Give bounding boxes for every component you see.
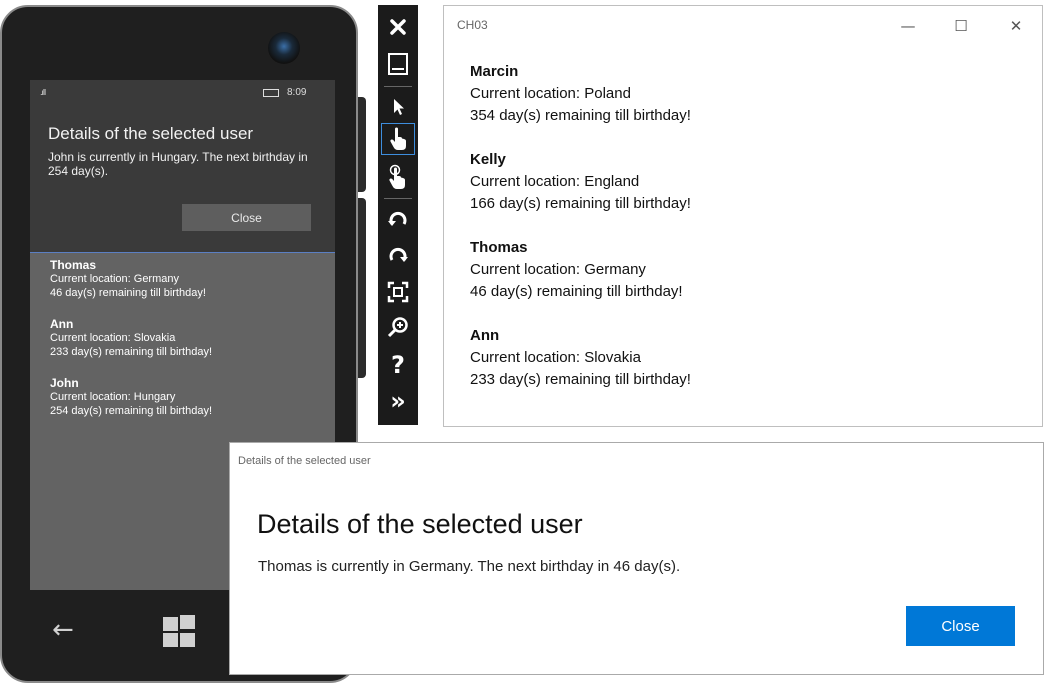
user-location: Current location: Slovakia (50, 332, 176, 344)
user-list: Marcin Current location: Poland 354 day(… (470, 61, 691, 413)
back-arrow-icon[interactable]: ← (52, 615, 74, 645)
fit-screen-icon[interactable] (381, 276, 415, 308)
dialog-message: Thomas is currently in Germany. The next… (258, 558, 681, 575)
user-location: Current location: Slovakia (470, 349, 641, 366)
user-name: Thomas (470, 239, 528, 256)
more-icon[interactable]: » (381, 385, 415, 417)
user-name: John (50, 376, 79, 390)
user-birthday: 254 day(s) remaining till birthday! (50, 405, 213, 417)
phone-status-bar: .ıll 8:09 (30, 80, 335, 104)
dialog-title: Details of the selected user (257, 509, 583, 539)
rotate-right-icon[interactable] (381, 239, 415, 271)
windows-start-icon[interactable] (163, 615, 196, 647)
user-name: Marcin (470, 63, 519, 80)
list-item[interactable]: Ann Current location: Slovakia 233 day(s… (470, 325, 691, 391)
help-icon[interactable]: ? (381, 349, 415, 381)
phone-dialog-close-button[interactable]: Close (182, 204, 311, 231)
user-location: Current location: Hungary (50, 391, 176, 403)
single-touch-icon[interactable] (381, 123, 415, 155)
battery-icon (263, 89, 279, 97)
user-location: Current location: Germany (470, 261, 646, 278)
phone-dialog-title: Details of the selected user (48, 124, 254, 143)
phone-dialog: .ıll 8:09 Details of the selected user J… (30, 80, 335, 253)
toolbar-divider (384, 198, 412, 199)
dialog-close-button[interactable]: Close (906, 606, 1015, 646)
user-name: Kelly (470, 151, 506, 168)
user-birthday: 46 day(s) remaining till birthday! (50, 287, 206, 299)
phone-user-list: Thomas Current location: Germany 46 day(… (50, 258, 212, 435)
maximize-window-icon[interactable]: ☐ (949, 14, 973, 38)
user-name: Ann (470, 327, 500, 344)
user-name: Thomas (50, 258, 97, 272)
power-button[interactable] (358, 198, 366, 378)
list-item[interactable]: Ann Current location: Slovakia 233 day(s… (50, 317, 212, 359)
user-birthday: 46 day(s) remaining till birthday! (470, 283, 683, 300)
close-icon[interactable] (381, 11, 415, 43)
close-window-icon[interactable]: ✕ (1004, 14, 1028, 38)
phone-time: 8:09 (287, 87, 307, 98)
user-birthday: 233 day(s) remaining till birthday! (470, 371, 691, 388)
user-location: Current location: Poland (470, 85, 631, 102)
phone-dialog-message: John is currently in Hungary. The next b… (48, 150, 308, 178)
list-item[interactable]: Thomas Current location: Germany 46 day(… (50, 258, 212, 300)
details-dialog: Details of the selected user Details of … (229, 442, 1044, 675)
list-item[interactable]: Thomas Current location: Germany 46 day(… (470, 237, 691, 303)
zoom-icon[interactable] (381, 311, 415, 343)
user-birthday: 233 day(s) remaining till birthday! (50, 346, 213, 358)
list-item[interactable]: Kelly Current location: England 166 day(… (470, 149, 691, 215)
user-birthday: 166 day(s) remaining till birthday! (470, 195, 691, 212)
list-item[interactable]: John Current location: Hungary 254 day(s… (50, 376, 212, 418)
dialog-window-title: Details of the selected user (238, 455, 371, 467)
volume-button[interactable] (358, 97, 366, 192)
user-birthday: 354 day(s) remaining till birthday! (470, 107, 691, 124)
minimize-icon[interactable] (381, 48, 415, 80)
list-item[interactable]: Marcin Current location: Poland 354 day(… (470, 61, 691, 127)
user-location: Current location: England (470, 173, 640, 190)
window-title: CH03 (457, 18, 488, 32)
signal-icon: .ıll (40, 88, 46, 97)
toolbar-divider (384, 86, 412, 87)
user-location: Current location: Germany (50, 273, 179, 285)
camera-icon (268, 32, 300, 64)
pointer-icon[interactable] (381, 91, 415, 123)
user-name: Ann (50, 317, 74, 331)
rotate-left-icon[interactable] (381, 203, 415, 235)
minimize-window-icon[interactable]: — (896, 14, 920, 38)
pinch-zoom-icon[interactable] (381, 161, 415, 193)
ch03-window: CH03 — ☐ ✕ Marcin Current location: Pola… (443, 5, 1043, 427)
emulator-toolbar: ? » (378, 5, 418, 425)
